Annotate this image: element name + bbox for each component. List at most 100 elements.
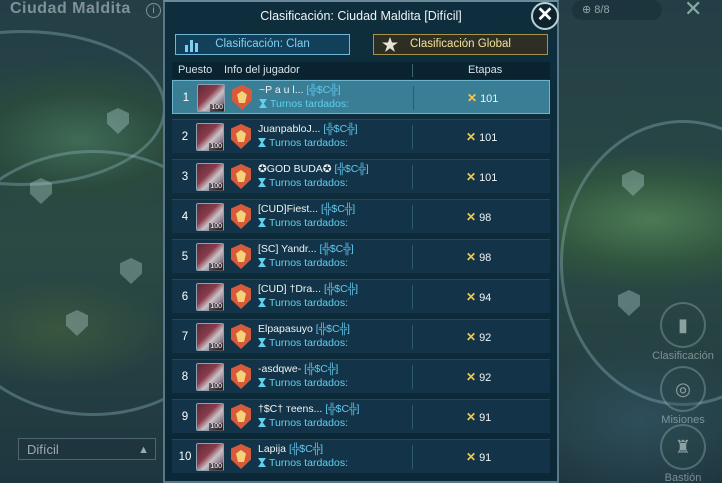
avatar[interactable]: 100 xyxy=(196,123,224,151)
missions-button[interactable]: ◎ Misiones xyxy=(648,366,718,426)
stages-number: 101 xyxy=(480,93,499,105)
player-name: ~P a u l... [╬$C╬] xyxy=(259,84,341,96)
hourglass-icon xyxy=(259,99,267,108)
player-name-text: ~P a u l... xyxy=(259,84,304,96)
crossed-swords-icon: ✕ xyxy=(466,410,477,424)
clan-crest-icon xyxy=(232,85,252,110)
rank-number: 6 xyxy=(181,291,189,303)
avatar[interactable]: 100 xyxy=(196,243,224,271)
player-name: [SC] Yandr... [╬$C╬] xyxy=(258,243,354,255)
turns-label: Turnos tardados: xyxy=(258,177,348,189)
player-name: JuanpabloJ... [╬$C╬] xyxy=(258,123,358,135)
player-name-text: [SC] Yandr... xyxy=(258,243,317,255)
bastion-button[interactable]: ♜ Bastión xyxy=(648,424,718,483)
hourglass-icon xyxy=(258,458,266,467)
player-name-text: [CUD] †Dra... xyxy=(258,283,322,295)
rank-number: 3 xyxy=(181,171,189,183)
rank-number: 5 xyxy=(181,251,189,263)
crossed-swords-icon: ✕ xyxy=(466,290,477,304)
difficulty-select[interactable]: Difícil ▲ xyxy=(18,438,156,460)
table-row[interactable]: 8 100 -asdqwe- [╬$C╬] Turnos tardados: ✕ 92 xyxy=(172,359,550,393)
clan-tag: [╬$C╬] xyxy=(319,243,354,255)
column-divider xyxy=(412,64,413,77)
stages-number: 91 xyxy=(479,412,492,424)
ranking-button[interactable]: ▮ Clasificación xyxy=(648,302,718,362)
hourglass-icon xyxy=(258,418,266,427)
table-row[interactable]: 1 100 ~P a u l... [╬$C╬] Turnos tardados: ✕ 1… xyxy=(172,80,550,114)
column-divider xyxy=(412,245,413,269)
avatar[interactable]: 100 xyxy=(196,163,224,191)
avatar-level: 100 xyxy=(209,223,223,231)
turns-text: Turnos tardados: xyxy=(270,98,349,110)
clan-tag: [╬$C╬] xyxy=(304,363,339,375)
turns-label: Turnos tardados: xyxy=(259,98,349,110)
stages-number: 101 xyxy=(479,132,498,144)
crossed-swords-icon: ✕ xyxy=(466,370,477,384)
turns-text: Turnos tardados: xyxy=(269,417,348,429)
clan-crest-icon xyxy=(231,324,251,349)
bar-chart-icon xyxy=(185,40,198,52)
table-row[interactable]: 3 100 ✪GOD BUDA✪ [╬$C╬] Turnos tardados: ✕ 10… xyxy=(172,159,550,193)
avatar-level: 100 xyxy=(209,263,223,271)
avatar-level: 100 xyxy=(209,383,223,391)
table-row[interactable]: 7 100 Elpapasuyo [╬$C╬] Turnos tardados: ✕ 92 xyxy=(172,319,550,353)
star-icon xyxy=(382,37,398,52)
avatar[interactable]: 100 xyxy=(197,84,225,112)
clan-crest-icon xyxy=(231,444,251,469)
table-row[interactable]: 2 100 JuanpabloJ... [╬$C╬] Turnos tardados:… xyxy=(172,119,550,153)
player-name: -asdqwe- [╬$C╬] xyxy=(258,363,338,375)
modal-title: Clasificación: Ciudad Maldita [Difícil] xyxy=(260,9,462,23)
table-row[interactable]: 5 100 [SC] Yandr... [╬$C╬] Turnos tardados:… xyxy=(172,239,550,273)
turns-text: Turnos tardados: xyxy=(269,257,348,269)
close-icon[interactable]: ✕ xyxy=(531,2,559,30)
crossed-swords-icon: ✕ xyxy=(466,170,477,184)
column-divider xyxy=(412,165,413,189)
table-row[interactable]: 9 100 †$C† тeens... [╬$C╬] Turnos tardados:… xyxy=(172,399,550,433)
avatar-level: 100 xyxy=(209,423,223,431)
stages-number: 94 xyxy=(479,292,492,304)
turns-label: Turnos tardados: xyxy=(258,377,348,389)
background-close-icon[interactable]: ✕ xyxy=(684,0,702,22)
avatar[interactable]: 100 xyxy=(196,403,224,431)
avatar-level: 100 xyxy=(209,343,223,351)
stages-value: ✕ 98 xyxy=(466,240,491,274)
castle-icon: ♜ xyxy=(660,424,706,470)
crossed-swords-icon: ✕ xyxy=(466,330,477,344)
stages-number: 92 xyxy=(479,332,492,344)
stages-value: ✕ 101 xyxy=(466,120,497,154)
clan-tag: [╬$C╬] xyxy=(321,203,356,215)
info-icon[interactable]: i xyxy=(146,3,161,18)
turns-label: Turnos tardados: xyxy=(258,417,348,429)
stages-value: ✕ 101 xyxy=(466,160,497,194)
turns-text: Turnos tardados: xyxy=(269,377,348,389)
avatar[interactable]: 100 xyxy=(196,203,224,231)
bar-chart-icon: ▮ xyxy=(660,302,706,348)
crossed-swords-icon: ✕ xyxy=(466,250,477,264)
rank-number: 10 xyxy=(178,451,192,463)
avatar-level: 100 xyxy=(210,104,224,112)
avatar[interactable]: 100 xyxy=(196,363,224,391)
stages-number: 91 xyxy=(479,452,492,464)
avatar[interactable]: 100 xyxy=(196,323,224,351)
stages-value: ✕ 98 xyxy=(466,200,491,234)
clan-tag: [╬$C╬] xyxy=(315,323,350,335)
avatar[interactable]: 100 xyxy=(196,443,224,471)
stages-number: 101 xyxy=(479,172,498,184)
table-row[interactable]: 6 100 [CUD] †Dra... [╬$C╬] Turnos tardados:… xyxy=(172,279,550,313)
turns-label: Turnos tardados: xyxy=(258,257,348,269)
clan-crest-icon xyxy=(231,204,251,229)
hourglass-icon xyxy=(258,298,266,307)
tab-clan-ranking[interactable]: Clasificación: Clan xyxy=(175,34,350,55)
player-name-text: Lapija xyxy=(258,443,287,455)
table-row[interactable]: 4 100 [CUD]Fiest... [╬$C╬] Turnos tardados:… xyxy=(172,199,550,233)
player-name: Elpapasuyo [╬$C╬] xyxy=(258,323,350,335)
column-divider xyxy=(412,325,413,349)
stages-number: 98 xyxy=(479,252,492,264)
column-divider xyxy=(412,125,413,149)
avatar-level: 100 xyxy=(209,143,223,151)
stages-value: ✕ 91 xyxy=(466,400,491,434)
avatar[interactable]: 100 xyxy=(196,283,224,311)
avatar-level: 100 xyxy=(209,463,223,471)
tab-global-ranking[interactable]: Clasificación Global xyxy=(373,34,548,55)
table-row[interactable]: 10 100 Lapija [╬$C╬] Turnos tardados: ✕ 91 xyxy=(172,439,550,473)
